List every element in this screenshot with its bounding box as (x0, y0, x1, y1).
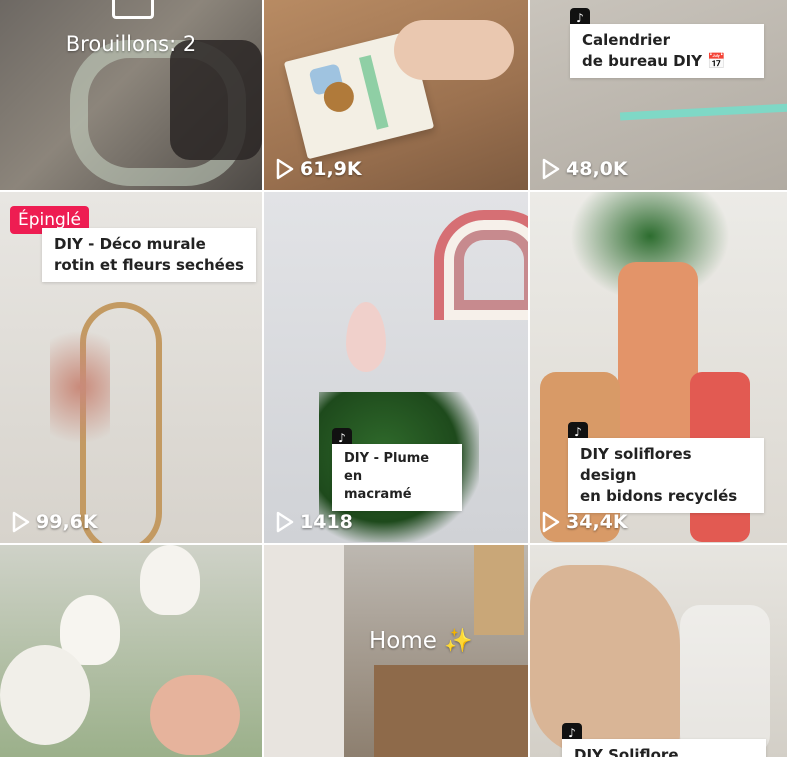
lamp-photo (474, 545, 524, 635)
video-tile[interactable]: Épinglé DIY - Déco murale rotin et fleur… (0, 192, 262, 543)
video-caption: DIY Soliflore (562, 739, 766, 757)
video-caption: Calendrier de bureau DIY 📅 (570, 24, 764, 78)
glass-vase-photo (680, 605, 770, 755)
video-tile[interactable]: ♪ Calendrier de bureau DIY 📅 48,0K (530, 0, 787, 190)
video-caption: DIY soliflores design en bidons recyclés (568, 438, 764, 513)
grid-divider-v1 (262, 0, 264, 757)
view-count: 34,4K (542, 511, 628, 533)
drafts-tile[interactable]: Brouillons: 2 (0, 0, 262, 190)
view-count-text: 48,0K (566, 158, 628, 180)
dried-flowers-photo (50, 312, 110, 462)
view-count: 61,9K (276, 158, 362, 180)
hand-photo (394, 20, 514, 80)
play-icon (276, 158, 294, 180)
drafts-folder-icon (112, 0, 154, 19)
soliflore-photo (530, 565, 680, 755)
video-tile[interactable] (0, 545, 262, 757)
pen-photo (619, 103, 787, 121)
grid-divider-h2 (0, 543, 787, 545)
desk-photo (374, 665, 528, 757)
play-icon (542, 158, 560, 180)
video-tile[interactable]: Home ✨ (264, 545, 528, 757)
play-icon (276, 511, 294, 533)
video-tile[interactable]: ♪ DIY Soliflore (530, 545, 787, 757)
view-count-text: 1418 (300, 511, 353, 533)
macrame-rainbow-photo (434, 210, 528, 320)
view-count-text: 61,9K (300, 158, 362, 180)
play-icon (12, 511, 30, 533)
video-overlay-text: Home ✨ (369, 628, 473, 654)
video-caption: DIY - Déco murale rotin et fleurs sechée… (42, 228, 256, 282)
drafts-label: Brouillons: 2 (65, 32, 197, 56)
video-tile[interactable]: ♪ DIY soliflores design en bidons recycl… (530, 192, 787, 543)
view-count: 1418 (276, 511, 353, 533)
view-count: 99,6K (12, 511, 98, 533)
grid-divider-v2 (528, 0, 530, 757)
video-tile[interactable]: 61,9K (264, 0, 528, 190)
video-caption: DIY - Plume en macramé (332, 444, 462, 511)
macrame-feather-photo (346, 302, 386, 372)
video-grid: Brouillons: 2 61,9K ♪ Calendrier de bure… (0, 0, 787, 757)
tulips-photo (0, 545, 262, 757)
grid-divider-h1 (0, 190, 787, 192)
play-icon (542, 511, 560, 533)
view-count-text: 99,6K (36, 511, 98, 533)
video-tile[interactable]: ♪ DIY - Plume en macramé 1418 (264, 192, 528, 543)
beaded-keyring-photo (0, 0, 262, 190)
shelf-photo (264, 545, 344, 757)
view-count: 48,0K (542, 158, 628, 180)
view-count-text: 34,4K (566, 511, 628, 533)
